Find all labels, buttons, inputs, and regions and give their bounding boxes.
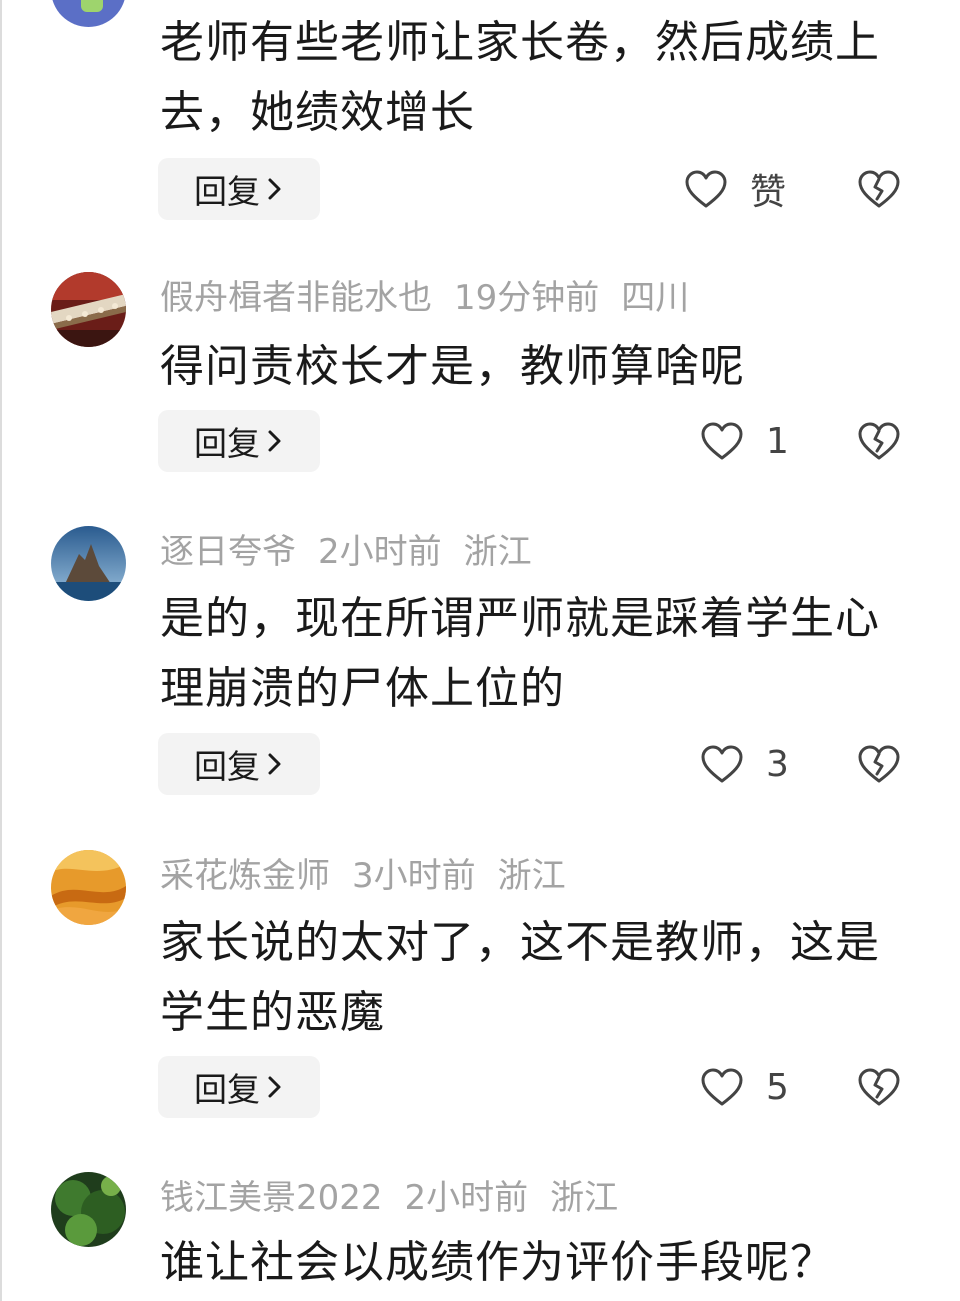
dislike-button[interactable] — [856, 733, 902, 795]
timestamp: 3小时前 — [352, 856, 476, 896]
username[interactable]: 逐日夸爷 — [160, 532, 296, 572]
like-count: 3 — [766, 743, 789, 785]
chevron-right-icon — [268, 1076, 281, 1098]
like-button[interactable]: 赞 — [684, 158, 790, 220]
username[interactable]: 采花炼金师 — [160, 856, 330, 896]
broken-heart-icon — [858, 745, 900, 783]
avatar-partial-icon — [51, 0, 126, 27]
broken-heart-icon — [858, 1068, 900, 1106]
chevron-right-icon — [268, 430, 281, 452]
comment-text: 得问责校长才是，教师算啥呢 — [160, 341, 745, 392]
comment-text: 家长说的太对了，这不是教师，这是学生的恶魔 — [160, 917, 880, 1038]
comment-item: 老师有些老师让家长卷，然后成绩上去，她绩效增长 回复 赞 — [0, 0, 960, 250]
reply-label: 回复 — [194, 1070, 260, 1109]
like-button[interactable]: 1 — [700, 410, 806, 472]
heart-outline-icon — [701, 422, 743, 460]
comment-meta: 假舟楫者非能水也 19分钟前 四川 — [160, 276, 711, 320]
location: 四川 — [621, 278, 690, 318]
comment-item: 逐日夸爷 2小时前 浙江 是的，现在所谓严师就是踩着学生心理崩溃的尸体上位的 回复 … — [0, 526, 960, 826]
timestamp: 19分钟前 — [454, 278, 600, 318]
location: 浙江 — [497, 856, 566, 896]
comment-meta: 采花炼金师 3小时前 浙江 — [160, 854, 588, 898]
reply-button[interactable]: 回复 — [158, 733, 320, 795]
heart-outline-icon — [701, 745, 743, 783]
reply-button[interactable]: 回复 — [158, 410, 320, 472]
avatar-sea-rock-icon — [51, 526, 126, 601]
like-count: 1 — [766, 420, 789, 462]
dislike-button[interactable] — [856, 158, 902, 220]
reply-label: 回复 — [194, 747, 260, 786]
timestamp: 2小时前 — [404, 1178, 529, 1218]
avatar[interactable] — [51, 1172, 126, 1247]
reply-label: 回复 — [194, 172, 260, 211]
timestamp: 2小时前 — [318, 532, 442, 572]
heart-outline-icon — [701, 1068, 743, 1106]
comment-item: 钱江美景2022 2小时前 浙江 谁让社会以成绩作为评价手段呢？ — [0, 1172, 960, 1301]
avatar-green-landscape-icon — [51, 1172, 126, 1247]
username[interactable]: 假舟楫者非能水也 — [160, 278, 432, 318]
comment-item: 假舟楫者非能水也 19分钟前 四川 得问责校长才是，教师算啥呢 回复 1 — [0, 272, 960, 502]
reply-button[interactable]: 回复 — [158, 158, 320, 220]
avatar[interactable] — [51, 272, 126, 347]
broken-heart-icon — [858, 170, 900, 208]
comment-text: 是的，现在所谓严师就是踩着学生心理崩溃的尸体上位的 — [160, 593, 880, 714]
like-count: 赞 — [750, 172, 787, 213]
dislike-button[interactable] — [856, 410, 902, 472]
heart-outline-icon — [685, 170, 727, 208]
comment-item: 采花炼金师 3小时前 浙江 家长说的太对了，这不是教师，这是学生的恶魔 回复 5 — [0, 850, 960, 1150]
like-button[interactable]: 3 — [700, 733, 806, 795]
like-button[interactable]: 5 — [700, 1056, 806, 1118]
username[interactable]: 钱江美景2022 — [160, 1178, 383, 1218]
chevron-right-icon — [268, 753, 281, 775]
like-count: 5 — [766, 1066, 789, 1108]
reply-button[interactable]: 回复 — [158, 1056, 320, 1118]
avatar[interactable] — [51, 0, 126, 27]
comment-text: 老师有些老师让家长卷，然后成绩上去，她绩效增长 — [160, 17, 880, 138]
comment-text: 谁让社会以成绩作为评价手段呢？ — [160, 1237, 835, 1288]
comment-meta: 逐日夸爷 2小时前 浙江 — [160, 530, 554, 574]
reply-label: 回复 — [194, 424, 260, 463]
location: 浙江 — [550, 1178, 619, 1218]
broken-heart-icon — [858, 422, 900, 460]
avatar[interactable] — [51, 526, 126, 601]
avatar[interactable] — [51, 850, 126, 925]
dislike-button[interactable] — [856, 1056, 902, 1118]
avatar-palace-roof-icon — [51, 272, 126, 347]
avatar-desert-dunes-icon — [51, 850, 126, 925]
location: 浙江 — [463, 532, 532, 572]
comment-meta: 钱江美景2022 2小时前 浙江 — [160, 1176, 640, 1220]
chevron-right-icon — [268, 178, 281, 200]
